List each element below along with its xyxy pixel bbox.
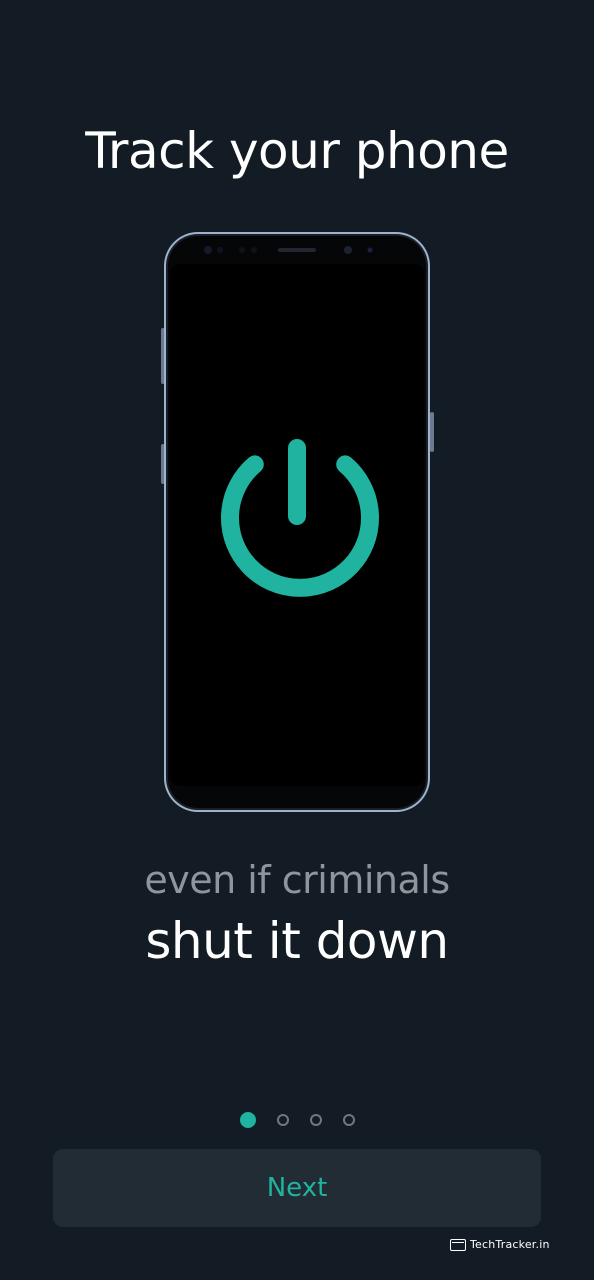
headline: shut it down [145, 912, 449, 970]
page-title: Track your phone [85, 122, 509, 180]
onboarding-screen: Track your phone even if criminals shut … [0, 0, 594, 1280]
next-button[interactable]: Next [53, 1149, 541, 1227]
watermark-text: TechTracker.in [470, 1238, 550, 1251]
browser-window-icon [450, 1238, 466, 1251]
phone-illustration [160, 230, 436, 814]
subtitle: even if criminals [144, 858, 450, 902]
page-dot-3[interactable] [309, 1114, 322, 1126]
page-dot-1[interactable] [239, 1112, 256, 1128]
watermark: TechTracker.in [450, 1238, 550, 1251]
page-dot-4[interactable] [342, 1114, 355, 1126]
pagination-dots [0, 1112, 594, 1128]
page-dot-2[interactable] [276, 1114, 289, 1126]
